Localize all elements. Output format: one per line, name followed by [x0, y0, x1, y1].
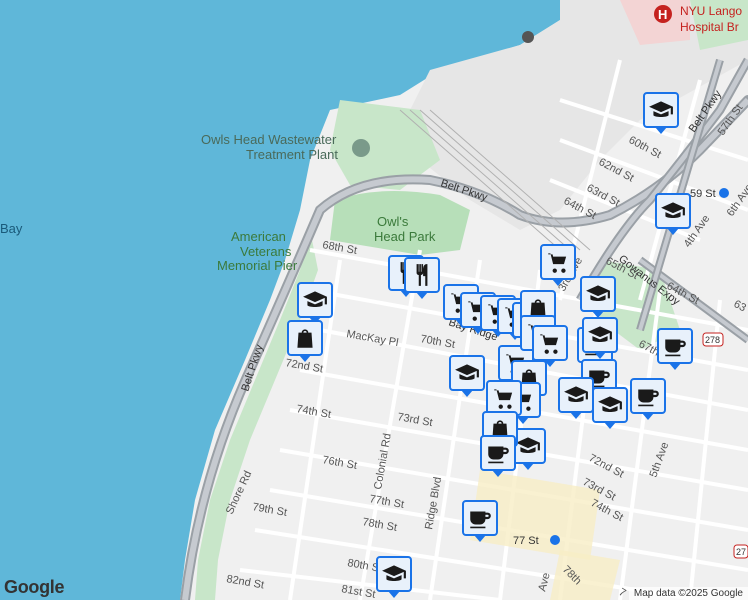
- subway-59-label: 59 St: [690, 188, 716, 200]
- school-icon: [587, 322, 613, 348]
- poi-pin-cafe[interactable]: [480, 435, 516, 477]
- poi-pin-school[interactable]: [643, 92, 679, 134]
- school-icon: [381, 561, 407, 587]
- poi-pin-grocery[interactable]: [532, 325, 568, 367]
- pier-label-2: Veterans: [240, 244, 292, 259]
- school-icon: [585, 281, 611, 307]
- school-icon: [660, 198, 686, 224]
- school-icon: [302, 287, 328, 313]
- shopping-icon: [292, 325, 318, 351]
- poi-pin-school[interactable]: [449, 355, 485, 397]
- poi-pin-cafe[interactable]: [657, 328, 693, 370]
- restaurant-icon: [409, 262, 435, 288]
- poi-pin-school[interactable]: [580, 276, 616, 318]
- poi-pin-school[interactable]: [558, 377, 594, 419]
- bay-label: Bay: [0, 221, 23, 236]
- cafe-icon: [635, 383, 661, 409]
- school-icon: [597, 392, 623, 418]
- google-logo: Google: [4, 577, 65, 597]
- poi-pin-school[interactable]: [655, 193, 691, 235]
- hospital-label-2: Hospital Br: [680, 20, 739, 34]
- treatment-label-2: Treatment Plant: [246, 147, 338, 162]
- school-icon: [648, 97, 674, 123]
- grocery-icon: [537, 330, 563, 356]
- landmark-icon: [522, 31, 534, 43]
- map-attribution[interactable]: Map data ©2025 Google: [628, 587, 748, 600]
- poi-pin-cafe[interactable]: [462, 500, 498, 542]
- park-label-2: Head Park: [374, 229, 436, 244]
- poi-pin-shopping[interactable]: [287, 320, 323, 362]
- hospital-label-1: NYU Lango: [680, 4, 742, 18]
- treatment-label-1: Owls Head Wastewater: [201, 132, 337, 147]
- shield-278-b: 27: [736, 547, 746, 557]
- grocery-icon: [491, 385, 517, 411]
- poi-pin-school[interactable]: [297, 282, 333, 324]
- school-icon: [454, 360, 480, 386]
- cafe-icon: [662, 333, 688, 359]
- pier-label-3: Memorial Pier: [217, 258, 298, 273]
- map-canvas[interactable]: NYU Lango Hospital Br Owls Head Wastewat…: [0, 0, 748, 600]
- subway-77-label: 77 St: [513, 535, 539, 547]
- cafe-icon: [467, 505, 493, 531]
- poi-pin-school[interactable]: [376, 556, 412, 598]
- treatment-plant-icon: [352, 139, 370, 157]
- school-icon: [563, 382, 589, 408]
- poi-pin-school[interactable]: [582, 317, 618, 359]
- poi-pin-school[interactable]: [592, 387, 628, 429]
- poi-pin-restaurant[interactable]: [404, 257, 440, 299]
- svg-text:H: H: [658, 7, 667, 22]
- cafe-icon: [485, 440, 511, 466]
- poi-pin-cafe[interactable]: [630, 378, 666, 420]
- poi-pin-grocery[interactable]: [540, 244, 576, 286]
- school-icon: [515, 433, 541, 459]
- shield-278: 278: [705, 335, 720, 345]
- pier-label-1: American: [231, 229, 286, 244]
- grocery-icon: [545, 249, 571, 275]
- subway-icon: [719, 188, 729, 198]
- park-label-1: Owl's: [377, 214, 409, 229]
